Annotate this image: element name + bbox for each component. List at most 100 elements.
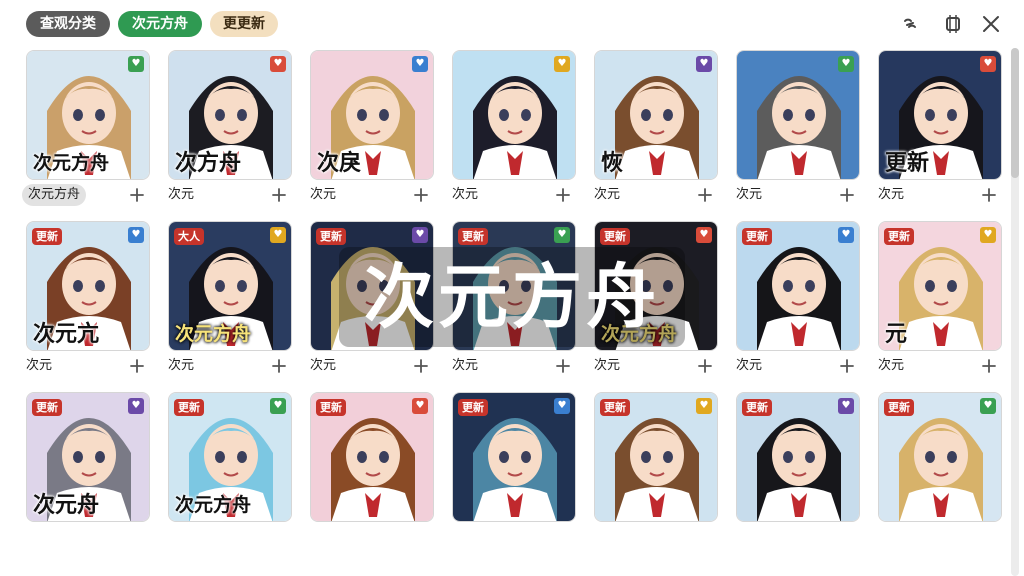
character-card[interactable]: 更新 ♥ 次元 bbox=[736, 221, 860, 397]
card-thumbnail[interactable]: 更新 ♥ 次元舟 bbox=[26, 392, 150, 522]
card-overlay-text: 次元方舟 bbox=[175, 494, 252, 516]
add-icon[interactable] bbox=[412, 186, 430, 204]
add-icon[interactable] bbox=[838, 357, 856, 375]
corner-badge-icon: ♥ bbox=[980, 227, 996, 243]
top-bar: 查观分类 次元方舟 更更新 bbox=[0, 0, 1024, 48]
scrollbar-thumb[interactable] bbox=[1011, 48, 1019, 178]
update-badge: 更新 bbox=[458, 228, 488, 245]
character-card[interactable]: 大人 ♥ 次元方舟 次元 bbox=[168, 221, 292, 397]
update-badge: 更新 bbox=[742, 399, 772, 416]
update-badge: 更新 bbox=[316, 228, 346, 245]
character-card[interactable]: 更新 ♥ bbox=[594, 392, 718, 568]
card-overlay-text: 更新 bbox=[885, 151, 930, 176]
character-card[interactable]: ♥ 次戾次元 bbox=[310, 50, 434, 226]
character-card[interactable]: 更新 ♥ bbox=[736, 392, 860, 568]
card-thumbnail[interactable]: ♥ 次元方舟 bbox=[26, 50, 150, 180]
character-card[interactable]: ♥ 恢次元 bbox=[594, 50, 718, 226]
filter-chip-update[interactable]: 更更新 bbox=[210, 11, 278, 37]
add-icon[interactable] bbox=[980, 357, 998, 375]
corner-badge-icon: ♥ bbox=[980, 56, 996, 72]
card-thumbnail[interactable]: 更新 ♥ bbox=[736, 392, 860, 522]
card-caption: 次元 bbox=[26, 358, 53, 373]
update-badge: 更新 bbox=[600, 399, 630, 416]
card-thumbnail[interactable]: 更新 ♥ bbox=[736, 221, 860, 351]
card-thumbnail[interactable]: ♥ bbox=[736, 50, 860, 180]
add-icon[interactable] bbox=[980, 186, 998, 204]
character-card[interactable]: ♥ 次方舟次元 bbox=[168, 50, 292, 226]
card-caption: 次元 bbox=[452, 358, 479, 373]
corner-badge-icon: ♥ bbox=[554, 398, 570, 414]
update-badge: 更新 bbox=[884, 228, 914, 245]
update-badge: 更新 bbox=[742, 228, 772, 245]
corner-badge-icon: ♥ bbox=[128, 227, 144, 243]
card-overlay-text: 次元舟 bbox=[33, 493, 100, 518]
update-badge: 更新 bbox=[32, 399, 62, 416]
card-thumbnail[interactable]: 更新 ♥ 元 bbox=[878, 221, 1002, 351]
card-thumbnail[interactable]: 更新 ♥ bbox=[594, 392, 718, 522]
card-caption: 次元 bbox=[310, 358, 337, 373]
card-thumbnail[interactable]: ♥ 恢 bbox=[594, 50, 718, 180]
card-thumbnail[interactable]: 更新 ♥ 次元亢 bbox=[26, 221, 150, 351]
add-icon[interactable] bbox=[554, 186, 572, 204]
card-thumbnail[interactable]: ♥ 次方舟 bbox=[168, 50, 292, 180]
corner-badge-icon: ♥ bbox=[412, 227, 428, 243]
card-caption: 次元方舟 bbox=[22, 184, 87, 206]
close-icon[interactable] bbox=[979, 12, 1003, 36]
add-icon[interactable] bbox=[696, 186, 714, 204]
corner-badge-icon: ♥ bbox=[270, 398, 286, 414]
character-card[interactable]: 更新 ♥ 次元亢次元 bbox=[26, 221, 150, 397]
update-badge: 大人 bbox=[174, 228, 204, 245]
window-icon[interactable] bbox=[941, 12, 965, 36]
card-caption: 次元 bbox=[594, 358, 621, 373]
character-card[interactable]: 更新 ♥ 次元舟 bbox=[26, 392, 150, 568]
scrollbar[interactable] bbox=[1011, 48, 1019, 576]
add-icon[interactable] bbox=[838, 186, 856, 204]
update-badge: 更新 bbox=[174, 399, 204, 416]
add-icon[interactable] bbox=[270, 357, 288, 375]
character-card[interactable]: 更新 ♥ bbox=[310, 392, 434, 568]
card-thumbnail[interactable]: ♥ 更新 bbox=[878, 50, 1002, 180]
character-card[interactable]: 更新 ♥ 元次元 bbox=[878, 221, 1002, 397]
card-caption: 次元 bbox=[168, 187, 195, 202]
watermark: 次元方舟 bbox=[339, 247, 685, 347]
character-card[interactable]: 更新 ♥ bbox=[452, 392, 576, 568]
card-caption: 次元 bbox=[736, 187, 763, 202]
card-caption: 次元 bbox=[878, 358, 905, 373]
card-thumbnail[interactable]: 更新 ♥ bbox=[452, 392, 576, 522]
corner-badge-icon: ♥ bbox=[838, 398, 854, 414]
update-badge: 更新 bbox=[600, 228, 630, 245]
corner-badge-icon: ♥ bbox=[128, 398, 144, 414]
filter-chip-category[interactable]: 查观分类 bbox=[26, 11, 110, 37]
character-card[interactable]: 更新 ♥ bbox=[878, 392, 1002, 568]
character-card[interactable]: ♥ 更新 次元 bbox=[878, 50, 1002, 226]
link-icon[interactable] bbox=[898, 12, 922, 36]
add-icon[interactable] bbox=[270, 186, 288, 204]
add-icon[interactable] bbox=[412, 357, 430, 375]
character-card[interactable]: ♥ 次元方舟次元方舟 bbox=[22, 50, 150, 226]
character-card[interactable]: 更新 ♥ 次元方舟 bbox=[168, 392, 292, 568]
card-overlay-text: 次元方舟 bbox=[175, 323, 252, 345]
character-card[interactable]: ♥ 次元 bbox=[452, 50, 576, 226]
add-icon[interactable] bbox=[128, 357, 146, 375]
add-icon[interactable] bbox=[554, 357, 572, 375]
card-thumbnail[interactable]: 更新 ♥ bbox=[878, 392, 1002, 522]
corner-badge-icon: ♥ bbox=[554, 56, 570, 72]
corner-badge-icon: ♥ bbox=[554, 227, 570, 243]
card-thumbnail[interactable]: 大人 ♥ 次元方舟 bbox=[168, 221, 292, 351]
corner-badge-icon: ♥ bbox=[696, 227, 712, 243]
card-overlay-text: 恢 bbox=[601, 151, 624, 176]
card-thumbnail[interactable]: 更新 ♥ bbox=[310, 392, 434, 522]
card-overlay-text: 次方舟 bbox=[175, 151, 242, 176]
corner-badge-icon: ♥ bbox=[696, 398, 712, 414]
card-caption: 次元 bbox=[310, 187, 337, 202]
card-thumbnail[interactable]: ♥ bbox=[452, 50, 576, 180]
corner-badge-icon: ♥ bbox=[412, 56, 428, 72]
character-card[interactable]: ♥ 次元 bbox=[736, 50, 860, 226]
corner-badge-icon: ♥ bbox=[838, 227, 854, 243]
card-caption: 次元 bbox=[594, 187, 621, 202]
add-icon[interactable] bbox=[696, 357, 714, 375]
add-icon[interactable] bbox=[128, 186, 146, 204]
card-thumbnail[interactable]: 更新 ♥ 次元方舟 bbox=[168, 392, 292, 522]
card-thumbnail[interactable]: ♥ 次戾 bbox=[310, 50, 434, 180]
filter-chip-ark[interactable]: 次元方舟 bbox=[118, 11, 202, 37]
